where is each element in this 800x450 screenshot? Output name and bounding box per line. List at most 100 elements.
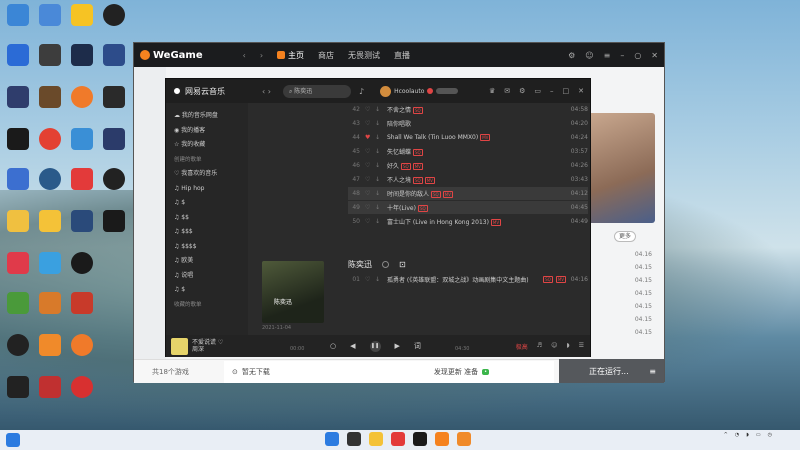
desktop-icon[interactable]: [67, 4, 97, 26]
app-taskbar-icon[interactable]: [413, 432, 427, 446]
desktop-icon[interactable]: [67, 292, 97, 314]
listen-together-icon[interactable]: ☺: [551, 342, 557, 351]
sidebar-item[interactable]: ♫ 说唱: [166, 269, 248, 284]
download-icon[interactable]: ↓: [375, 276, 387, 283]
user-profile[interactable]: Hcoolauto: [380, 85, 459, 97]
desktop-icon[interactable]: [3, 292, 33, 314]
desktop-icon[interactable]: [99, 168, 129, 190]
volume-icon[interactable]: ◗: [566, 342, 569, 351]
desktop-icon[interactable]: [3, 168, 33, 190]
task-view-icon[interactable]: [347, 432, 361, 446]
minimize-icon[interactable]: –: [550, 87, 554, 95]
skin-icon[interactable]: ♛: [489, 87, 495, 95]
sidebar-item[interactable]: ♫ Hip hop: [166, 182, 248, 197]
tab-test[interactable]: 无畏测试: [348, 50, 380, 61]
friends-icon[interactable]: ☺: [585, 51, 593, 60]
pause-button[interactable]: ❚❚: [369, 340, 381, 352]
album-cover[interactable]: 陈奕迅: [262, 261, 324, 323]
song-row[interactable]: 47 ♡ ↓ 不人之境 SQ MV 03:43: [348, 173, 588, 186]
like-heart-icon[interactable]: ♡: [365, 120, 375, 127]
add-folder-icon[interactable]: ⊡: [399, 260, 406, 269]
desktop-icon[interactable]: [3, 252, 33, 274]
netease-taskbar-icon[interactable]: [391, 432, 405, 446]
download-icon[interactable]: ↓: [375, 162, 387, 169]
list-item[interactable]: 04.15: [592, 313, 652, 326]
mini-player-icon[interactable]: ▭: [534, 87, 541, 95]
like-heart-icon[interactable]: ♡: [365, 276, 375, 283]
song-row[interactable]: 01 ♡ ↓ 孤勇者 (《英雄联盟：双城之战》动画剧集中文主题曲) SQ MV …: [348, 273, 588, 286]
desktop-icon[interactable]: [35, 44, 65, 66]
desktop-icon[interactable]: [3, 210, 33, 232]
download-icon[interactable]: ↓: [375, 204, 387, 211]
download-bar[interactable]: ⊙ 暂无下载 发现更新 准备 •: [224, 360, 554, 383]
desktop-icon[interactable]: [3, 86, 33, 108]
like-heart-icon[interactable]: ♡: [365, 106, 375, 113]
forward-arrow-icon[interactable]: ›: [260, 51, 263, 60]
song-row[interactable]: 50 ♡ ↓ 富士山下 (Live in Hong Kong 2013) MV 0…: [348, 215, 588, 228]
desktop-icon[interactable]: [35, 86, 65, 108]
minimize-icon[interactable]: –: [620, 51, 624, 60]
sidebar-item[interactable]: ◉ 我的播客: [166, 124, 248, 139]
search-input[interactable]: ⌕ 陈奕迅: [282, 84, 351, 98]
list-item[interactable]: 04.15: [592, 287, 652, 300]
tray-chevron-icon[interactable]: ^: [724, 432, 728, 438]
settings-icon[interactable]: ≡: [604, 51, 611, 60]
song-row[interactable]: 44 ♥ ↓ Shall We Talk (Tin Luoo MMX0) MV 0…: [348, 131, 588, 144]
list-item[interactable]: 04.16: [592, 248, 652, 261]
song-row[interactable]: 48 ♡ ↓ 时间是你的敌人 SQ MV 04:12: [348, 187, 588, 200]
mv-badge[interactable]: MV: [442, 191, 453, 198]
microphone-icon[interactable]: ♪: [359, 87, 364, 96]
desktop-icon[interactable]: [35, 252, 65, 274]
desktop-icon[interactable]: [99, 44, 129, 66]
more-button[interactable]: 更多: [614, 231, 636, 242]
song-row[interactable]: 43 ♡ ↓ 陪你唱歌 04:20: [348, 117, 588, 130]
desktop-icon[interactable]: [99, 86, 129, 108]
song-row[interactable]: 42 ♡ ↓ 不舍之情 SQ 04:58: [348, 103, 588, 116]
tab-live[interactable]: 直播: [394, 50, 410, 61]
mail-icon[interactable]: ✉: [504, 87, 510, 95]
nav-arrows-icon[interactable]: ‹ ›: [262, 87, 271, 96]
lyrics-icon[interactable]: 词: [414, 341, 421, 351]
file-explorer-icon[interactable]: [369, 432, 383, 446]
download-icon[interactable]: ↓: [375, 218, 387, 225]
menu-icon[interactable]: ≡: [649, 367, 656, 376]
desktop-icon[interactable]: [35, 292, 65, 314]
play-circle-icon[interactable]: [382, 261, 389, 268]
desktop-icon[interactable]: [67, 210, 97, 232]
desktop-icon[interactable]: [3, 128, 33, 150]
artist-name[interactable]: 陈奕迅: [348, 259, 372, 270]
back-arrow-icon[interactable]: ‹: [243, 51, 246, 60]
now-playing-title[interactable]: 不爱说谎 ♡: [192, 339, 282, 346]
desktop-icon[interactable]: [99, 4, 129, 26]
maximize-icon[interactable]: □: [563, 87, 570, 95]
sidebar-section-header[interactable]: 收藏的歌单: [166, 298, 248, 313]
wegame-taskbar-icon[interactable]: [435, 432, 449, 446]
like-heart-icon[interactable]: ♡: [365, 218, 375, 225]
previous-icon[interactable]: ◀: [350, 342, 355, 350]
like-heart-icon[interactable]: ♥: [365, 134, 375, 141]
desktop-icon[interactable]: [99, 128, 129, 150]
app-taskbar-icon[interactable]: [457, 432, 471, 446]
desktop-icon[interactable]: [35, 334, 65, 356]
loop-icon[interactable]: ○: [330, 342, 336, 350]
now-playing-artist[interactable]: 周深: [192, 346, 282, 353]
sidebar-item[interactable]: ♫ $$$: [166, 225, 248, 240]
desktop-icon[interactable]: [67, 334, 97, 356]
running-button[interactable]: 正在运行... ≡: [559, 359, 664, 383]
widgets-icon[interactable]: [6, 433, 20, 447]
mv-badge[interactable]: MV: [424, 177, 435, 184]
download-icon[interactable]: ↓: [375, 120, 387, 127]
volume-icon[interactable]: ◗: [746, 432, 749, 438]
game-count[interactable]: 共18个游戏: [134, 367, 224, 377]
maximize-icon[interactable]: ○: [634, 51, 641, 60]
download-icon[interactable]: ↓: [375, 176, 387, 183]
sidebar-item[interactable]: ♫ 欧美: [166, 254, 248, 269]
desktop-icon[interactable]: [35, 210, 65, 232]
close-icon[interactable]: ✕: [651, 51, 658, 60]
desktop-icon[interactable]: [67, 44, 97, 66]
song-row[interactable]: 45 ♡ ↓ 失忆蝴蝶 SQ 03:57: [348, 145, 588, 158]
mv-badge[interactable]: MV: [412, 163, 423, 170]
song-row[interactable]: 46 ♡ ↓ 好久 SQ MV 04:26: [348, 159, 588, 172]
mv-badge[interactable]: MV: [480, 134, 491, 141]
desktop-icon[interactable]: [35, 376, 65, 398]
